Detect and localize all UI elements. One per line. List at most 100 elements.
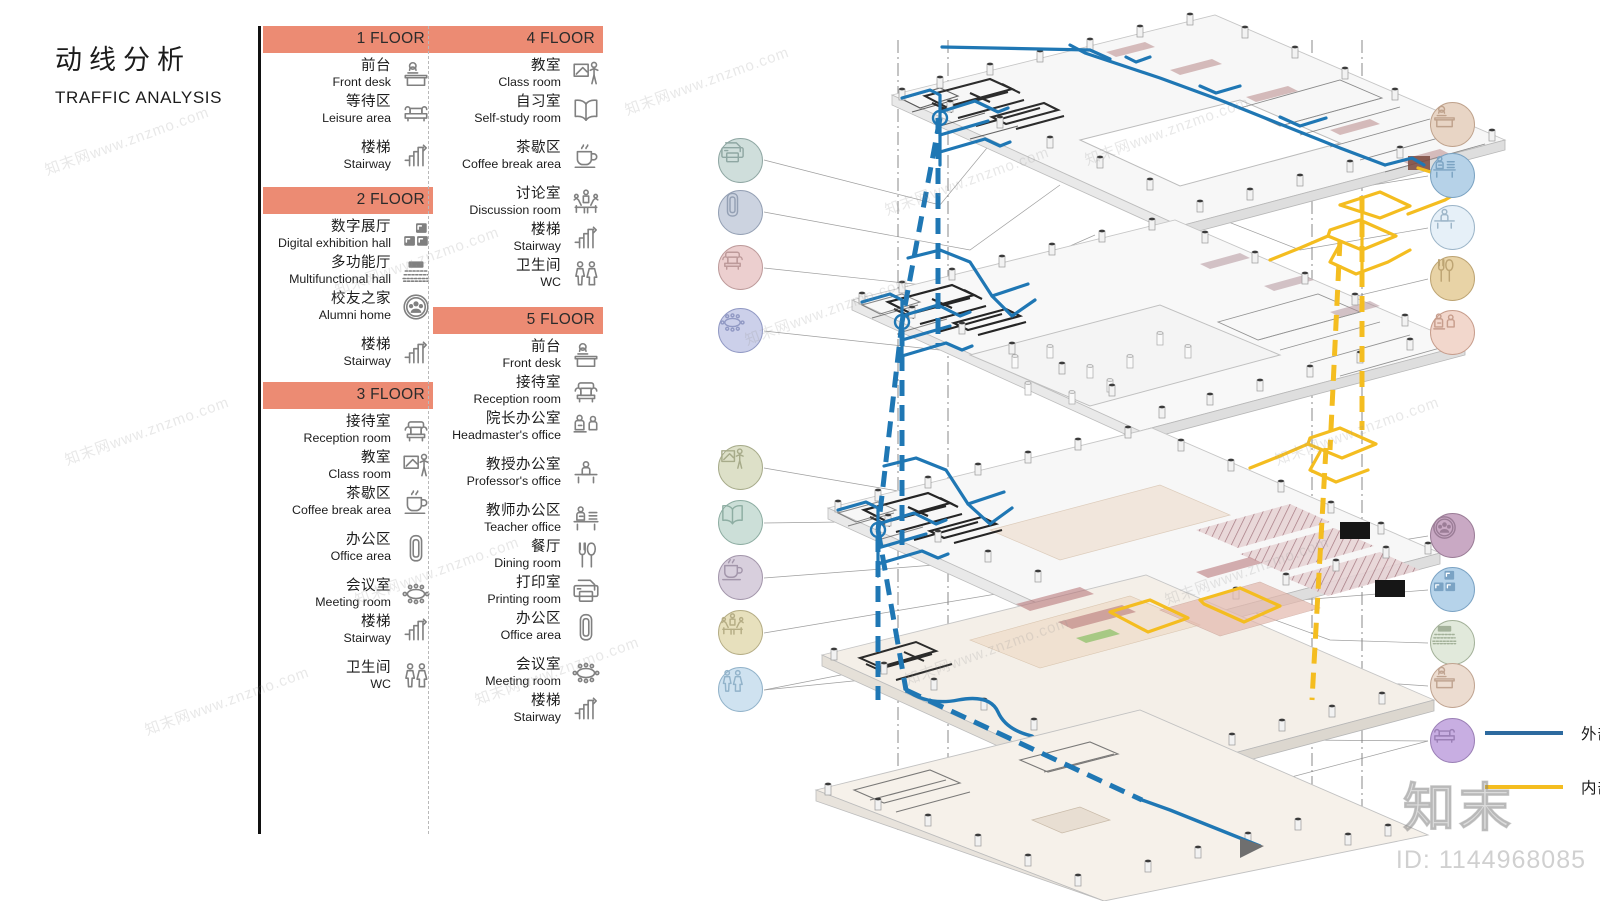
room-name-en: Multifunctional hall	[289, 271, 391, 286]
room-row: 校友之家 Alumni home	[263, 290, 433, 324]
room-name-en: Office area	[500, 627, 561, 642]
room-label: 会议室 Meeting room	[315, 577, 391, 609]
room-name-cn: 自习室	[516, 93, 561, 110]
room-name-cn: 茶歇区	[346, 485, 391, 502]
room-name-cn: 等待区	[346, 93, 391, 110]
room-label: 茶歇区 Coffee break area	[292, 485, 391, 517]
room-row: 前台 Front desk	[433, 338, 603, 372]
room-name-en: WC	[540, 274, 561, 289]
room-name-cn: 前台	[361, 57, 391, 74]
paperclip-icon	[569, 610, 603, 644]
room-label: 多功能厅 Multifunctional hall	[289, 254, 391, 286]
badge-coffee-icon	[718, 555, 763, 600]
internal-flow-floor3	[1248, 426, 1378, 484]
internal-flow-label: 内部流线	[1581, 779, 1600, 797]
badge-classroom-icon	[718, 445, 763, 490]
room-name-cn: 办公区	[516, 610, 561, 627]
room-label: 会议室 Meeting room	[485, 656, 561, 688]
meeting-icon	[569, 656, 603, 690]
stairway-icon	[569, 221, 603, 255]
legend-column-right: 4 FLOOR 教室 Class room 自习室 Self-study room 茶歇区…	[433, 26, 603, 728]
watermark-tile: 知末网www.znzmo.com	[42, 103, 212, 180]
room-label: 办公区 Office area	[500, 610, 561, 642]
room-row: 茶歇区 Coffee break area	[263, 485, 433, 519]
room-row: 办公区 Office area	[433, 610, 603, 644]
room-name-en: Leisure area	[322, 110, 391, 125]
badge-teacher-icon	[1430, 153, 1475, 198]
badge-discussion-icon	[718, 610, 763, 655]
room-label: 前台 Front desk	[332, 57, 391, 89]
room-name-en: Digital exhibition hall	[278, 235, 391, 250]
watermark-id: ID: 1144968085	[1395, 846, 1586, 874]
room-name-en: Headmaster's office	[452, 427, 561, 442]
badge-front-desk-icon	[1430, 102, 1475, 147]
badge-headmaster-icon	[1430, 310, 1475, 355]
badge-alumni-icon	[1430, 513, 1475, 558]
room-name-cn: 教室	[361, 449, 391, 466]
room-row: 教室 Class room	[433, 57, 603, 91]
room-label: 接待室 Reception room	[303, 414, 391, 445]
floor-spacer	[263, 372, 433, 382]
floor-room-list: 教室 Class room 自习室 Self-study room 茶歇区 Coffee …	[433, 53, 603, 291]
room-name-cn: 前台	[531, 338, 561, 355]
room-name-cn: 讨论室	[516, 185, 561, 202]
room-row: 楼梯 Stairway	[433, 692, 603, 726]
room-name-cn: 办公区	[346, 531, 391, 548]
floor-header-5: 5 FLOOR	[433, 307, 603, 334]
room-name-cn: 数字展厅	[331, 218, 391, 235]
room-name-en: Self-study room	[474, 110, 561, 125]
room-name-cn: 教授办公室	[486, 456, 561, 473]
room-label: 数字展厅 Digital exhibition hall	[278, 218, 391, 250]
book-icon	[569, 93, 603, 127]
room-name-cn: 会议室	[346, 577, 391, 594]
badge-auditorium-icon	[1430, 620, 1475, 665]
floor-header-1: 1 FLOOR	[263, 26, 433, 53]
room-name-cn: 会议室	[516, 656, 561, 673]
badge-exhibition-icon	[1430, 567, 1475, 612]
room-row: 教授办公室 Professor's office	[433, 456, 603, 490]
room-row: 卫生间 WC	[263, 659, 433, 693]
room-label: 教师办公区 Teacher office	[484, 503, 561, 534]
floor-room-list: 数字展厅 Digital exhibition hall 多功能厅 Multifunc…	[263, 214, 433, 370]
page-title-en: TRAFFIC ANALYSIS	[55, 88, 223, 107]
room-name-en: Class room	[328, 466, 391, 481]
room-label: 餐厅 Dining room	[494, 539, 561, 570]
room-name-cn: 多功能厅	[331, 254, 391, 271]
room-name-en: Printing room	[487, 591, 561, 606]
room-name-en: Stairway	[343, 353, 391, 368]
room-name-en: Meeting room	[485, 673, 561, 688]
badge-meeting-icon	[718, 308, 763, 353]
room-row: 会议室 Meeting room	[433, 656, 603, 690]
coffee-icon	[569, 139, 603, 173]
room-row: 餐厅 Dining room	[433, 538, 603, 572]
room-name-en: Reception room	[303, 430, 391, 445]
room-name-cn: 楼梯	[531, 692, 561, 709]
room-label: 楼梯 Stairway	[513, 692, 561, 724]
room-name-en: Stairway	[343, 630, 391, 645]
room-name-en: WC	[370, 676, 391, 691]
room-label: 卫生间 WC	[516, 258, 561, 289]
room-row: 等待区 Leisure area	[263, 93, 433, 127]
room-label: 院长办公室 Headmaster's office	[452, 411, 561, 442]
room-label: 校友之家 Alumni home	[319, 291, 391, 322]
room-name-cn: 楼梯	[531, 221, 561, 238]
room-row: 楼梯 Stairway	[263, 336, 433, 370]
room-label: 打印室 Printing room	[487, 575, 561, 606]
watermark-logo: 知末	[1402, 779, 1515, 840]
badge-printer-icon	[718, 138, 763, 183]
room-label: 讨论室 Discussion room	[469, 185, 561, 217]
room-label: 茶歇区 Coffee break area	[462, 140, 561, 171]
badge-armchair-icon	[718, 245, 763, 290]
floor-spacer	[433, 293, 603, 307]
room-label: 自习室 Self-study room	[474, 93, 561, 125]
printer-icon	[569, 574, 603, 608]
room-row: 茶歇区 Coffee break area	[433, 139, 603, 173]
floor-header-2: 2 FLOOR	[263, 187, 433, 214]
room-row: 接待室 Reception room	[263, 413, 433, 447]
room-label: 楼梯 Stairway	[343, 337, 391, 368]
room-name-cn: 教室	[531, 57, 561, 74]
floor-room-list: 前台 Front desk 等待区 Leisure area 楼梯 Stairway	[263, 53, 433, 173]
room-name-en: Reception room	[473, 391, 561, 406]
page-title-cn: 动线分析	[55, 45, 191, 76]
discussion-icon	[569, 185, 603, 219]
